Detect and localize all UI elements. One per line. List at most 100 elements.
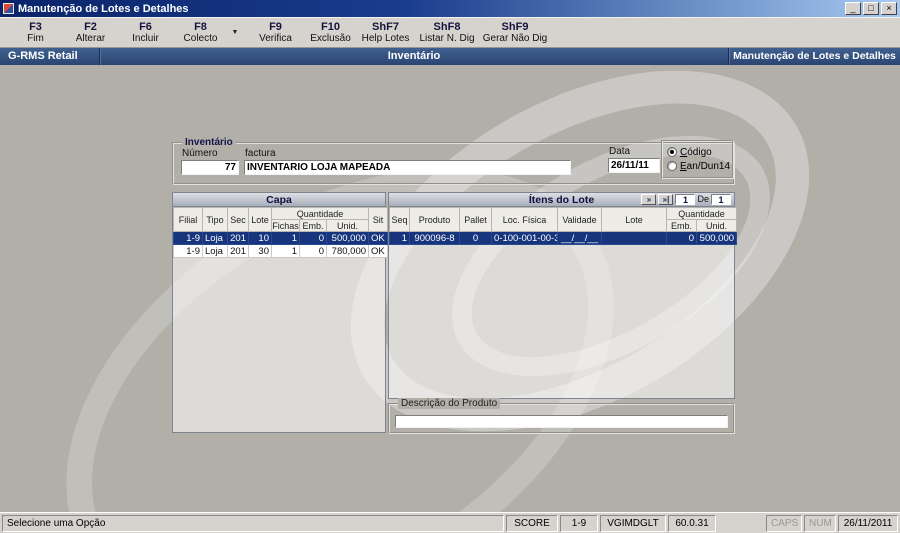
- column-header: Sec: [227, 207, 249, 232]
- toolbar-key: F2: [84, 21, 97, 33]
- title-bar: Manutenção de Lotes e Detalhes _ □ ×: [0, 0, 900, 17]
- cell: 30: [248, 244, 272, 258]
- radio-ean-label: Ean/Dun14: [680, 160, 731, 172]
- status-caps: CAPS: [766, 514, 802, 532]
- cell: 201: [227, 231, 249, 245]
- toolbar-key: ShF7: [372, 21, 399, 33]
- toolbar-button-gerar-nao-dig[interactable]: ShF9 Gerar Não Dig: [481, 19, 549, 47]
- toolbar-key: ShF9: [501, 21, 529, 33]
- table-row[interactable]: 1-9 Loja 201 30 1 0 780,000 OK: [173, 244, 389, 258]
- toolbar-button-alterar[interactable]: F2 Alterar: [63, 19, 118, 47]
- column-header: Quantidade: [270, 207, 370, 220]
- toolbar-label: Listar N. Dig: [419, 33, 475, 44]
- data-label: Data: [609, 146, 631, 157]
- column-header: Filial: [173, 207, 203, 232]
- status-num: NUM: [804, 514, 836, 532]
- close-button[interactable]: ×: [881, 2, 897, 15]
- table-row[interactable]: 1-9 Loja 201 10 1 0 500,000 OK: [173, 231, 389, 245]
- data-field[interactable]: [608, 158, 660, 173]
- radio-codigo[interactable]: Código: [667, 145, 732, 159]
- colecto-dropdown-button[interactable]: ▼: [228, 22, 242, 44]
- toolbar-key: F9: [269, 21, 282, 33]
- status-spacer: [718, 515, 764, 532]
- radio-ean[interactable]: Ean/Dun14: [667, 159, 732, 173]
- status-range: 1-9: [560, 514, 598, 532]
- cell: 0: [459, 231, 492, 245]
- header-screen-title: Manutenção de Lotes e Detalhes: [728, 48, 900, 65]
- cell: Loja: [202, 231, 228, 245]
- code-type-group: Código Ean/Dun14: [661, 140, 734, 179]
- toolbar-label: Fim: [27, 33, 44, 44]
- toolbar-label: Incluir: [132, 33, 159, 44]
- toolbar-button-help-lotes[interactable]: ShF7 Help Lotes: [358, 19, 413, 47]
- factura-field[interactable]: [244, 160, 571, 175]
- main-area: Inventário Número factura Data Código Ea…: [0, 65, 900, 512]
- pager-current[interactable]: 1: [675, 194, 696, 205]
- column-header: Quantidade: [665, 207, 738, 220]
- capa-grid: Filial Tipo Sec Lote Quantidade Sit Fich…: [173, 207, 389, 258]
- toolbar-button-colecto[interactable]: F8 Colecto: [173, 19, 228, 47]
- status-version: 60.0.31: [668, 514, 716, 532]
- toolbar-label: Alterar: [75, 33, 106, 44]
- numero-field[interactable]: [181, 160, 239, 175]
- inventario-group-title: Inventário: [182, 137, 236, 148]
- toolbar-button-exclusao[interactable]: F10 Exclusão: [303, 19, 358, 47]
- window-title: Manutenção de Lotes e Detalhes: [18, 2, 189, 15]
- status-message: Selecione uma Opção: [2, 514, 504, 532]
- pager: » »| 1 De 1: [641, 194, 731, 205]
- toolbar-button-fim[interactable]: F3 Fim: [8, 19, 63, 47]
- column-header: Validade: [557, 207, 602, 232]
- table-row[interactable]: 1 900096-8 0 0-100-001-00-3 __/__/__ 0 5…: [389, 231, 738, 245]
- radio-codigo-icon: [667, 147, 677, 157]
- cell: 1: [271, 231, 300, 245]
- cell: 0-100-001-00-3: [491, 231, 558, 245]
- minimize-button[interactable]: _: [845, 2, 861, 15]
- column-header: Pallet: [459, 207, 492, 232]
- itens-grid: Seq Produto Pallet Loc. Física Validade …: [389, 207, 738, 245]
- cell: 1: [271, 244, 300, 258]
- app-icon: [3, 3, 14, 14]
- descricao-produto-title: Descrição do Produto: [398, 398, 501, 409]
- toolbar-button-incluir[interactable]: F6 Incluir: [118, 19, 173, 47]
- cell: OK: [368, 244, 389, 258]
- capa-title: Capa: [173, 193, 385, 207]
- toolbar-button-verifica[interactable]: F9 Verifica: [248, 19, 303, 47]
- cell: 10: [248, 231, 272, 245]
- pager-total: 1: [711, 194, 731, 205]
- toolbar-key: F6: [139, 21, 152, 33]
- numero-label: Número: [182, 148, 218, 159]
- column-header: Loc. Física: [491, 207, 558, 232]
- toolbar-label: Help Lotes: [361, 33, 410, 44]
- descricao-produto-field[interactable]: [395, 415, 728, 428]
- cell: 201: [227, 244, 249, 258]
- pager-next-button[interactable]: »: [641, 194, 657, 205]
- toolbar-button-listar-n-dig[interactable]: ShF8 Listar N. Dig: [413, 19, 481, 47]
- toolbar-key: F8: [194, 21, 207, 33]
- capa-panel: Capa Filial Tipo Sec Lote Quantidade Sit: [172, 192, 389, 433]
- cell: Loja: [202, 244, 228, 258]
- column-header: Emb.: [666, 219, 697, 232]
- column-header: Sit: [368, 207, 389, 232]
- column-header: Seq: [389, 207, 410, 232]
- column-header: Unid.: [695, 219, 738, 232]
- cell: OK: [368, 231, 389, 245]
- toolbar: F3 Fim F2 Alterar F6 Incluir F8 Colecto …: [0, 17, 900, 48]
- header-module-title: Inventário: [387, 50, 441, 62]
- status-bar: Selecione uma Opção SCORE 1-9 VGIMDGLT 6…: [0, 512, 900, 533]
- cell: 0: [299, 231, 327, 245]
- column-header: Lote: [248, 207, 272, 232]
- cell: 500,000: [695, 231, 738, 245]
- status-score: SCORE: [506, 514, 558, 532]
- maximize-button[interactable]: □: [863, 2, 879, 15]
- toolbar-key: F10: [321, 21, 340, 33]
- pager-last-button[interactable]: »|: [658, 194, 674, 205]
- cell: [601, 231, 667, 245]
- header-bar: G-RMS Retail Inventário Manutenção de Lo…: [0, 48, 900, 65]
- column-header: Fichas: [271, 219, 300, 232]
- itens-titlebar: Ítens do Lote » »| 1 De 1: [389, 193, 734, 207]
- pager-de-label: De: [697, 194, 709, 204]
- toolbar-label: Colecto: [183, 33, 218, 44]
- cell: 500,000: [325, 231, 370, 245]
- cell: 1-9: [173, 231, 203, 245]
- cell: 0: [666, 231, 697, 245]
